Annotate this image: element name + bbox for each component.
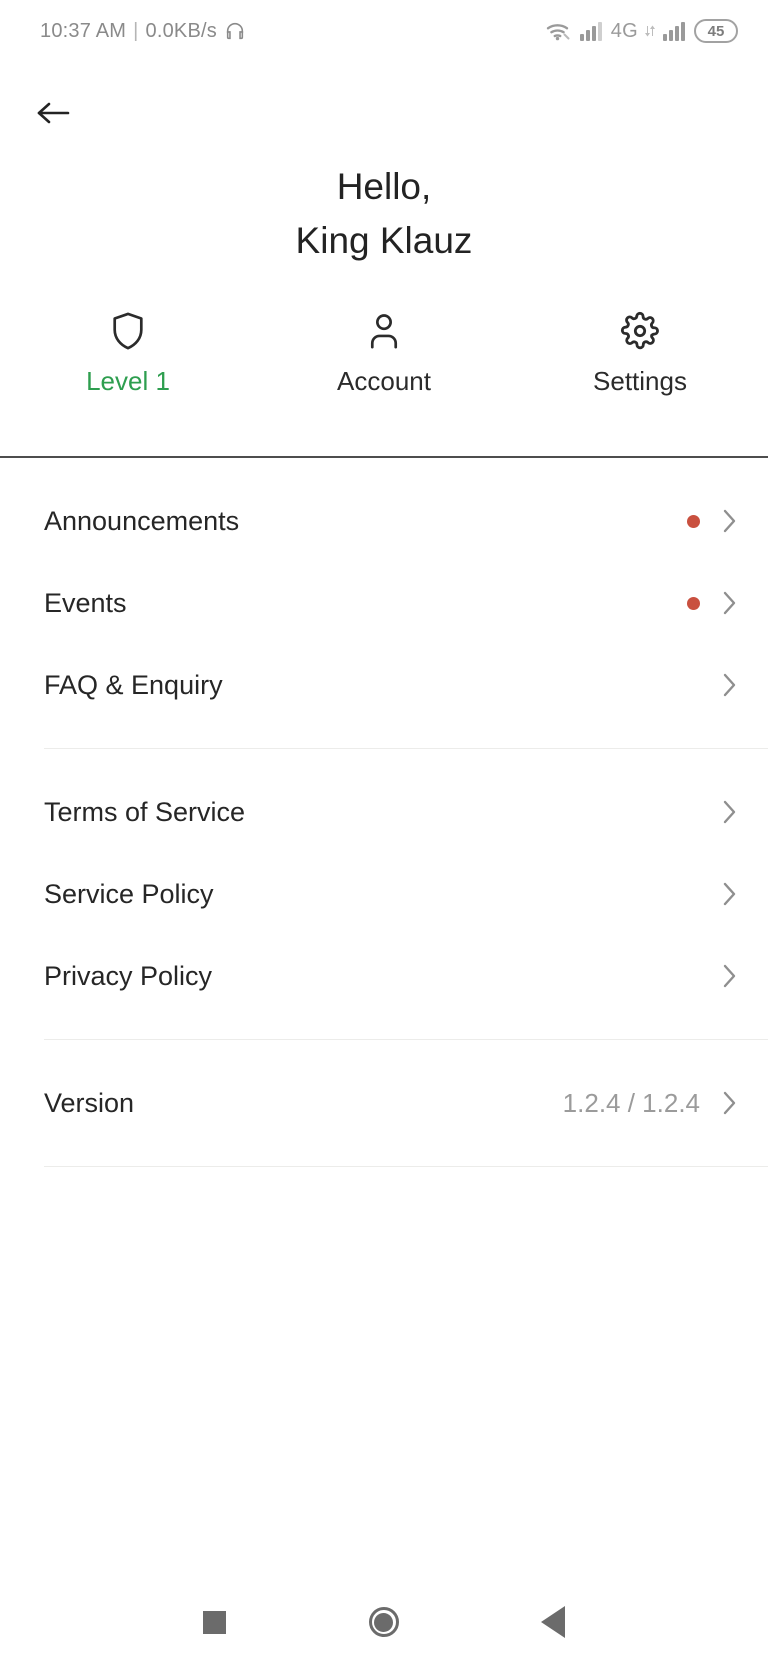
back-arrow-icon [34, 97, 74, 129]
chevron-right-icon [718, 880, 742, 908]
gear-icon [620, 310, 660, 352]
wifi-icon [545, 19, 573, 43]
quick-action-tabs: Level 1 Account Settings [0, 310, 768, 397]
list-item-label: Privacy Policy [44, 960, 213, 991]
list-item-terms-of-service[interactable]: Terms of Service [0, 771, 768, 853]
chevron-right-icon [718, 1089, 742, 1117]
chevron-right-icon [718, 962, 742, 990]
list-item-events[interactable]: Events [0, 562, 768, 644]
list-item-label: FAQ & Enquiry [44, 669, 223, 700]
list-item-label: Version [44, 1087, 135, 1118]
status-bar: 10:37 AM | 0.0KB/s 4G 45 [0, 0, 768, 62]
list-item-accessory [718, 880, 742, 908]
version-value: 1.2.4 / 1.2.4 [562, 1087, 700, 1118]
battery-indicator: 45 [694, 19, 738, 43]
list-item-label: Terms of Service [44, 796, 246, 827]
cellular-signal-icon [662, 20, 688, 42]
chevron-right-icon [718, 671, 742, 699]
status-badge [687, 514, 700, 528]
chevron-right-icon [718, 589, 742, 617]
list-item-accessory [687, 589, 742, 617]
recents-square-icon [203, 1610, 227, 1634]
settings-list: Announcements Events FAQ & Enquiry Terms… [0, 458, 768, 1167]
status-network-speed: 0.0KB/s [145, 19, 217, 42]
status-bar-left: 10:37 AM | 0.0KB/s [40, 20, 246, 43]
list-item-label: Service Policy [44, 878, 214, 909]
headphone-icon [224, 20, 246, 42]
list-item-announcements[interactable]: Announcements [0, 480, 768, 562]
back-button[interactable] [26, 88, 82, 138]
home-circle-inner [374, 1612, 394, 1632]
group-divider [44, 1166, 768, 1167]
status-time: 10:37 AM [40, 19, 127, 42]
list-item-accessory [718, 798, 742, 826]
list-item-label: Announcements [44, 505, 240, 536]
app-screen: 10:37 AM | 0.0KB/s 4G 45 Hello, King Kla… [0, 0, 768, 1664]
tab-level[interactable]: Level 1 [0, 310, 256, 397]
home-button[interactable] [349, 1592, 419, 1652]
list-item-version[interactable]: Version 1.2.4 / 1.2.4 [0, 1062, 768, 1144]
list-item-accessory [687, 507, 742, 535]
list-item-privacy-policy[interactable]: Privacy Policy [0, 935, 768, 1017]
chevron-right-icon [718, 798, 742, 826]
list-item-accessory [718, 962, 742, 990]
tab-settings-label: Settings [593, 366, 687, 396]
greeting-line-2: King Klauz [295, 220, 473, 261]
greeting-line-1: Hello, [336, 166, 432, 207]
tab-settings[interactable]: Settings [512, 310, 768, 397]
status-badge [687, 596, 700, 610]
chevron-right-icon [718, 507, 742, 535]
status-separator: | [133, 19, 139, 42]
list-item-faq-enquiry[interactable]: FAQ & Enquiry [0, 644, 768, 726]
page-title: Hello, King Klauz [0, 160, 768, 268]
list-item-accessory [718, 671, 742, 699]
recents-button[interactable] [180, 1592, 250, 1652]
home-circle-icon [368, 1607, 399, 1637]
tab-account-label: Account [337, 366, 431, 396]
list-item-label: Events [44, 587, 127, 618]
shield-icon [109, 310, 147, 352]
system-navigation-bar [0, 1580, 768, 1664]
battery-level-text: 45 [707, 22, 725, 40]
tab-level-label: Level 1 [86, 366, 170, 396]
cellular-signal-icon [579, 20, 605, 42]
tab-account[interactable]: Account [256, 310, 512, 397]
list-item-accessory: 1.2.4 / 1.2.4 [563, 1088, 742, 1119]
back-triangle-icon [541, 1606, 566, 1638]
system-back-button[interactable] [518, 1592, 588, 1652]
data-transfer-icon [644, 24, 656, 38]
status-bar-right: 4G 45 [545, 19, 738, 43]
person-icon [365, 310, 403, 352]
list-item-service-policy[interactable]: Service Policy [0, 853, 768, 935]
network-type-label: 4G [610, 19, 638, 42]
